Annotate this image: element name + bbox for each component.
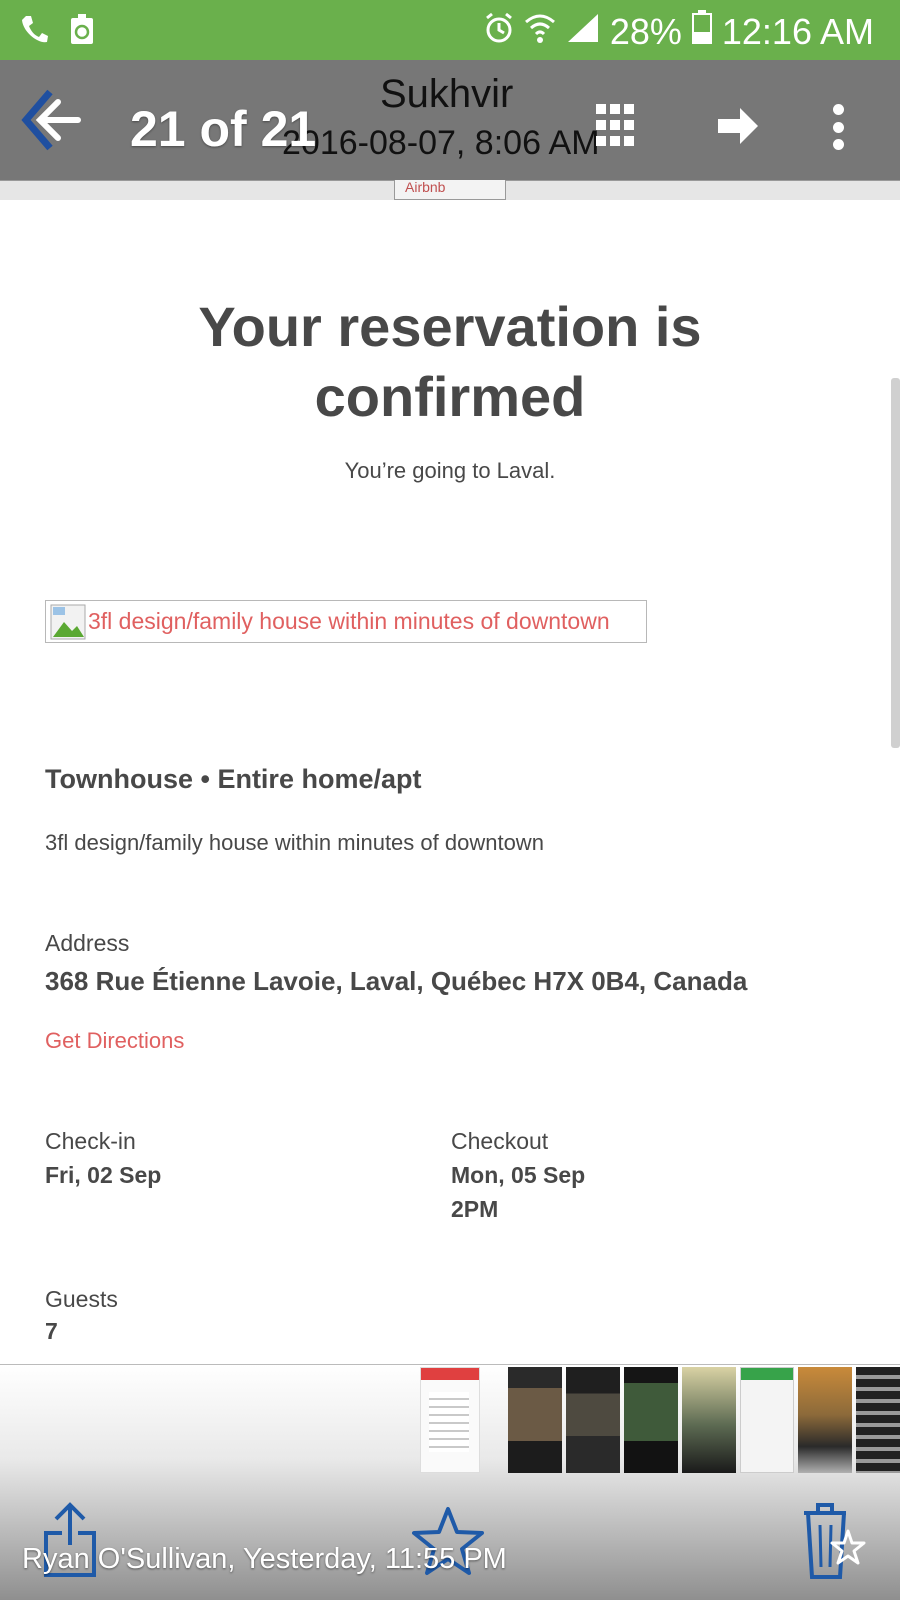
checkout-time: 2PM bbox=[451, 1196, 499, 1222]
thumbnail[interactable] bbox=[798, 1367, 852, 1473]
trash-icon bbox=[804, 1503, 866, 1579]
get-directions-link[interactable]: Get Directions bbox=[45, 1028, 184, 1054]
thumbnail[interactable] bbox=[682, 1367, 736, 1473]
property-name: 3fl design/family house within minutes o… bbox=[45, 830, 544, 855]
back-button[interactable] bbox=[20, 88, 90, 152]
thumbnail[interactable] bbox=[508, 1367, 562, 1473]
arrow-left-icon bbox=[21, 89, 81, 151]
address-label: Address bbox=[45, 930, 130, 956]
property-type: Townhouse • Entire home/apt bbox=[45, 764, 422, 794]
email-body: Your reservation is confirmed You’re goi… bbox=[0, 200, 900, 1364]
photo-caption: Ryan O'Sullivan, Yesterday, 11:55 PM bbox=[22, 1543, 507, 1575]
battery-percent: 28% bbox=[609, 10, 682, 52]
recycle-notification-icon bbox=[70, 14, 94, 51]
email-date: 2016-08-07, 8:06 AM bbox=[282, 124, 600, 162]
forward-button[interactable] bbox=[714, 102, 762, 150]
listing-image-link[interactable]: 3fl design/family house within minutes o… bbox=[45, 600, 647, 643]
guests-label: Guests bbox=[45, 1286, 118, 1312]
address-value: 368 Rue Étienne Lavoie, Laval, Québec H7… bbox=[45, 966, 748, 996]
email-sender: Sukhvir bbox=[380, 72, 514, 116]
headline-line-2: confirmed bbox=[314, 365, 586, 428]
checkout-value: Mon, 05 Sep bbox=[451, 1162, 586, 1188]
thumbnail[interactable] bbox=[740, 1367, 794, 1473]
arrow-right-icon bbox=[718, 108, 758, 144]
gallery-top-bar: Sukhvir 2016-08-07, 8:06 AM 21 of 21 bbox=[0, 60, 900, 180]
thumbnail-current[interactable] bbox=[420, 1367, 480, 1473]
more-vert-icon bbox=[832, 104, 844, 115]
alarm-icon bbox=[484, 11, 514, 53]
destination-subtitle: You’re going to Laval. bbox=[344, 458, 556, 483]
phone-icon bbox=[20, 14, 48, 51]
guests-value: 7 bbox=[45, 1318, 58, 1344]
thumbnail[interactable] bbox=[624, 1367, 678, 1473]
status-bar: 28% 12:16 AM bbox=[0, 0, 900, 60]
thumbnail-strip[interactable] bbox=[420, 1367, 900, 1473]
image-counter: 21 of 21 bbox=[130, 101, 317, 157]
wifi-icon bbox=[524, 11, 556, 53]
listing-image-alt: 3fl design/family house within minutes o… bbox=[88, 608, 610, 634]
grid-view-button[interactable] bbox=[596, 104, 640, 148]
signal-icon bbox=[566, 11, 600, 53]
thumbnail[interactable] bbox=[566, 1367, 620, 1473]
checkout-label: Checkout bbox=[451, 1128, 549, 1154]
battery-icon bbox=[691, 10, 712, 53]
more-options-button[interactable] bbox=[830, 104, 846, 150]
clock: 12:16 AM bbox=[721, 10, 874, 52]
scrollbar[interactable] bbox=[891, 378, 900, 748]
checkin-value: Fri, 02 Sep bbox=[45, 1162, 162, 1188]
headline-line-1: Your reservation is bbox=[198, 295, 702, 358]
airbnb-logo-placeholder: Airbnb bbox=[394, 180, 506, 200]
thumbnail[interactable] bbox=[856, 1367, 900, 1473]
delete-button[interactable] bbox=[800, 1501, 870, 1581]
broken-image-icon bbox=[50, 604, 86, 639]
gallery-bottom-bar: Ryan O'Sullivan, Yesterday, 11:55 PM bbox=[0, 1364, 900, 1600]
confirmation-headline: Your reservation is confirmed bbox=[0, 292, 900, 432]
grid-icon bbox=[596, 104, 606, 114]
checkin-label: Check-in bbox=[45, 1128, 136, 1154]
